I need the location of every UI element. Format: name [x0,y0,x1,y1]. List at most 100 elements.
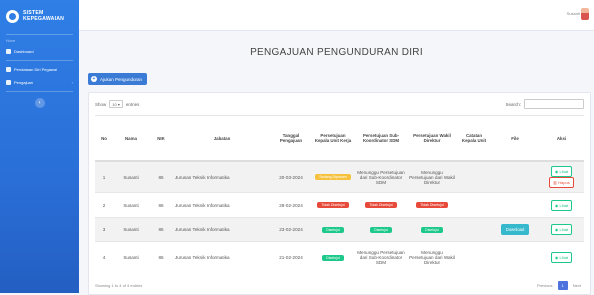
cell-nik: 86 [149,241,173,273]
cell-file: Download [491,217,539,242]
eye-icon: ◉ [554,227,559,232]
cell-wakil-direktur: Tidak Disetujui [407,192,457,218]
sidebar-divider [6,91,73,92]
previous-button[interactable]: Previous [534,281,556,290]
trash-icon: ▥ [553,180,558,185]
status-badge: Tidak Disetujui [416,202,448,208]
cell-nama: Susanti [113,217,149,242]
cell-aksi: ◉ Lihat [539,192,584,218]
cell-tanggal: 20-03-2024 [271,160,311,193]
brand-title: SISTEM KEPEGAWAIAN [23,10,65,22]
avatar[interactable] [581,8,589,20]
cell-wakil-direktur: Menunggu Persetujuan dari Wakil Direktur [407,160,457,193]
cell-catatan [457,192,491,218]
search-label: Search: [505,101,521,107]
view-button[interactable]: ◉ Lihat [550,199,573,211]
table-card: Show 10 ▾ entries Search: No Nama NIK Ja… [88,92,591,295]
cell-nik: 86 [149,160,173,193]
cell-sub-koordinator: Menunggu Persetujuan dari Sub-Koordinato… [355,160,407,193]
logo-icon [6,9,19,23]
view-button[interactable]: ◉ Lihat [550,252,573,263]
topbar: Susanti [79,0,594,31]
status-badge: Disetujui [322,254,344,261]
cell-no: 4 [95,241,113,273]
sidebar-item-label: Pendataan Diri Pegawai [14,67,57,72]
cell-sub-koordinator: Tidak Disetujui [355,192,407,218]
plus-icon: + [91,76,97,82]
cell-catatan [457,241,491,273]
chevron-right-icon: › [71,80,73,85]
cell-nik: 86 [149,192,173,218]
cell-no: 3 [95,217,113,242]
entries-select[interactable]: 10 ▾ [109,100,123,108]
pengajuan-table: No Nama NIK Jabatan Tanggal Pengajuan Pe… [95,115,584,273]
cell-nik: 86 [149,217,173,242]
cell-jabatan: Jurusan Teknik Informatika [173,217,271,242]
sidebar-divider [6,34,73,35]
cell-catatan [457,217,491,242]
cell-catatan [457,160,491,193]
cell-tanggal: 21-02-2024 [271,241,311,273]
cell-nama: Susanti [113,192,149,218]
sidebar-item-pengajuan[interactable]: Pengajuan › [0,76,79,89]
col-sub-koordinator[interactable]: Persetujuan Sub-Koordinator SDM [355,115,407,162]
cell-file [491,241,539,273]
col-no[interactable]: No [95,115,113,162]
cell-wakil-direktur: Menunggu Persetujuan dari Wakil Direktur [407,241,457,273]
sidebar-divider [6,60,73,61]
col-nik[interactable]: NIK [149,115,173,162]
cell-nama: Susanti [113,241,149,273]
status-badge: Disetujui [370,226,392,233]
eye-icon: ◉ [554,255,559,260]
sidebar-item-dashboard[interactable]: Dashboard [0,45,79,58]
col-jabatan[interactable]: Jabatan [173,115,271,162]
sidebar-item-label: Dashboard [14,49,34,54]
col-catatan[interactable]: Catatan Kepala Unit [457,115,491,162]
cell-kepala-unit: Disetujui [311,217,355,242]
sidebar-toggle-button[interactable]: ‹ [34,98,45,108]
download-button[interactable]: Download [500,224,530,235]
cell-sub-koordinator: Disetujui [355,217,407,242]
status-badge: Sedang Diproses [315,174,351,180]
sidebar-item-pendataan[interactable]: Pendataan Diri Pegawai [0,63,79,76]
cell-kepala-unit: Tidak Disetujui [311,192,355,218]
table-header-row: No Nama NIK Jabatan Tanggal Pengajuan Pe… [95,115,584,162]
page-button-1[interactable]: 1 [557,281,568,290]
col-wakil-direktur[interactable]: Persetujuan Wakil Direktur [407,115,457,162]
col-aksi[interactable]: Aksi [539,115,584,162]
add-button-label: Ajukan Pengunduran [100,76,143,82]
cell-aksi: ◉ Lihat [539,241,584,273]
cell-tanggal: 28-02-2024 [271,192,311,218]
cell-file [491,192,539,218]
view-button[interactable]: ◉ Lihat [550,224,573,235]
col-nama[interactable]: Nama [113,115,149,162]
cell-kepala-unit: Disetujui [311,241,355,273]
status-badge: Disetujui [421,226,443,233]
cell-file [491,160,539,193]
col-file[interactable]: File [491,115,539,162]
table-row: 2 Susanti 86 Jurusan Teknik Informatika … [95,192,584,218]
cell-kepala-unit: Sedang Diproses [311,160,355,193]
entries-control: Show 10 ▾ entries [95,100,139,108]
table-info: Showing 1 to 4 of 4 entries [95,283,143,288]
view-button[interactable]: ◉ Lihat [550,166,573,177]
next-button[interactable]: Next [570,281,584,290]
cell-aksi: ◉ Lihat [539,217,584,242]
user-name[interactable]: Susanti [567,11,580,16]
user-icon [6,67,11,72]
search-input[interactable] [524,99,584,109]
sidebar: SISTEM KEPEGAWAIAN Home Dashboard Pendat… [0,0,79,293]
dashboard-icon [6,49,11,54]
pagination: Previous 1 Next [534,281,584,290]
table-row: 3 Susanti 86 Jurusan Teknik Informatika … [95,217,584,242]
sidebar-item-label: Pengajuan [14,80,34,85]
cell-jabatan: Jurusan Teknik Informatika [173,160,271,193]
brand[interactable]: SISTEM KEPEGAWAIAN [0,0,79,32]
col-kepala-unit[interactable]: Persetujuan Kepala Unit Kerja [311,115,355,162]
cell-jabatan: Jurusan Teknik Informatika [173,241,271,273]
col-tanggal[interactable]: Tanggal Pengajuan [271,115,311,162]
status-badge: Tidak Disetujui [317,202,349,208]
cell-sub-koordinator: Menunggu Persetujuan dari Sub-Koordinato… [355,241,407,273]
delete-button[interactable]: ▥ Hapus [549,177,574,188]
add-pengunduran-button[interactable]: + Ajukan Pengunduran [88,73,148,85]
